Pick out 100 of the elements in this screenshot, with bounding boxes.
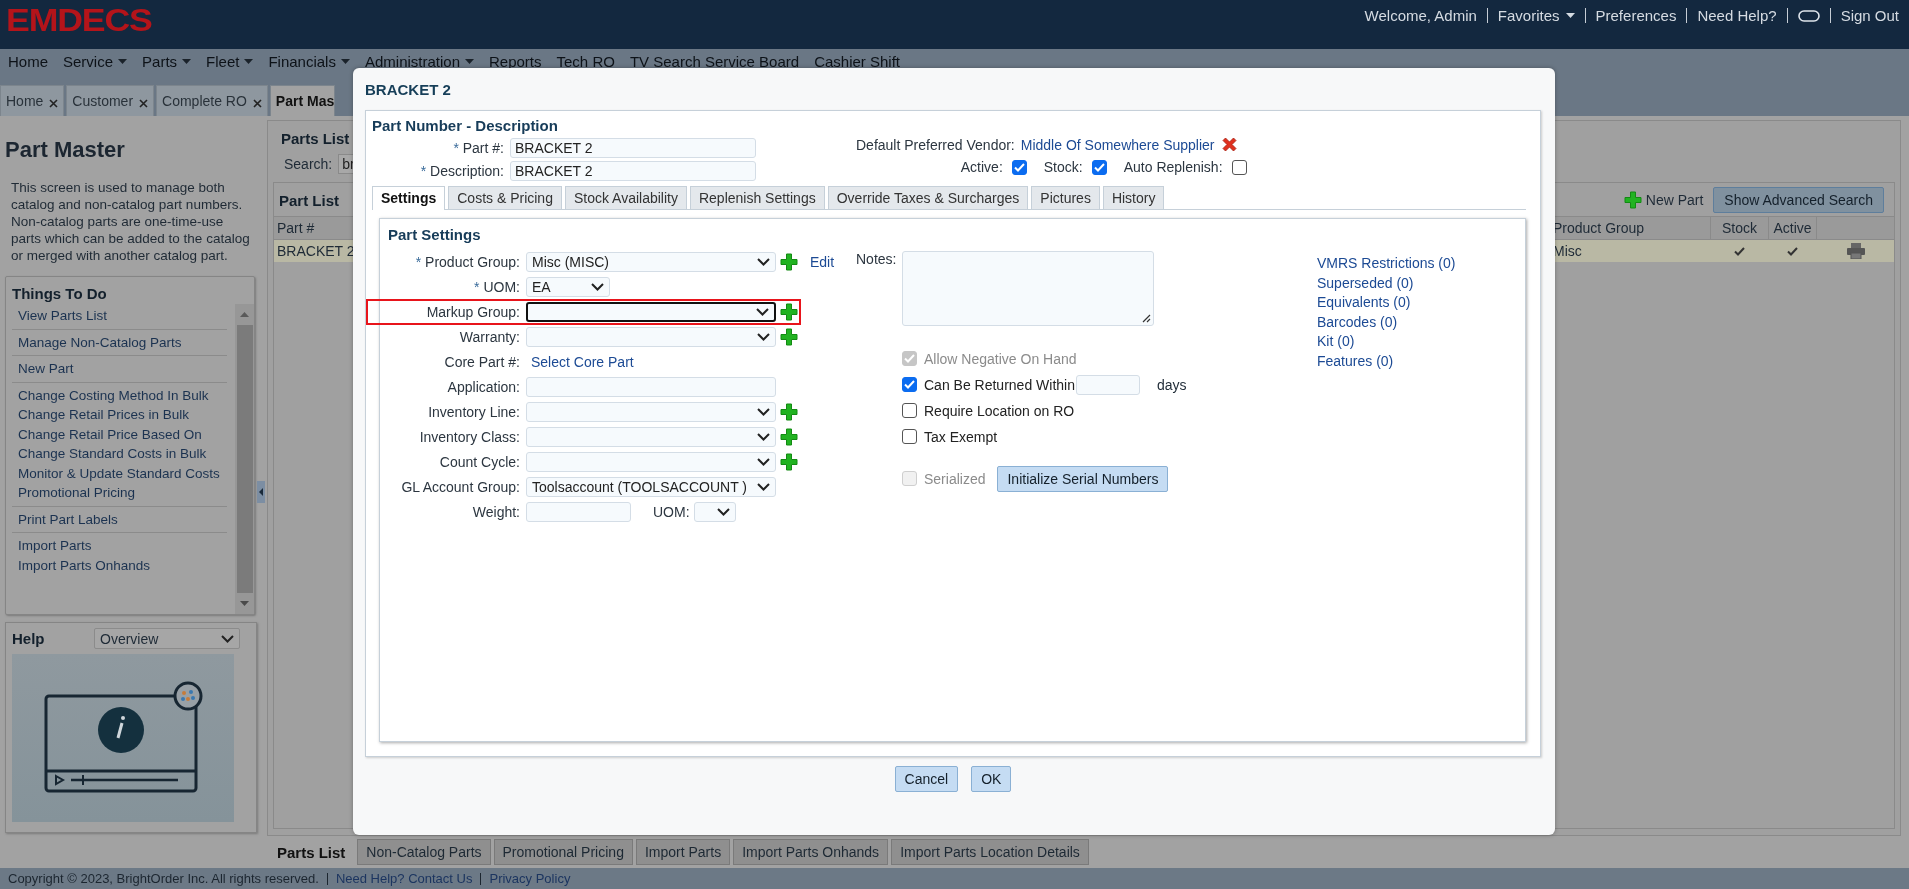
dialog-title: BRACKET 2 xyxy=(365,79,452,100)
column-header[interactable]: Active xyxy=(1768,217,1816,239)
menu-item[interactable]: Reports xyxy=(489,52,542,70)
task-link[interactable]: Change Retail Price Based On xyxy=(18,424,221,444)
dropdown-field[interactable]: Toolsaccount (TOOLSACCOUNT ) xyxy=(526,477,776,497)
dialog-button[interactable]: OK xyxy=(971,766,1012,792)
chevron-icon xyxy=(757,333,770,341)
advanced-search-button[interactable]: Show Advanced Search xyxy=(1713,187,1884,213)
task-link[interactable]: Change Retail Prices in Bulk xyxy=(18,405,221,425)
page-tab[interactable]: Complete RO xyxy=(156,85,268,116)
checkbox[interactable] xyxy=(1231,159,1247,175)
field-label: Weight: xyxy=(471,504,521,520)
related-link[interactable]: Superseded (0) xyxy=(1317,273,1456,293)
tab[interactable]: Costs & Pricing xyxy=(448,186,562,209)
dropdown-field[interactable]: Misc (MISC) xyxy=(526,252,776,272)
checkbox[interactable] xyxy=(902,403,917,418)
edit-link[interactable]: Edit xyxy=(810,254,835,270)
task-link[interactable]: Monitor & Update Standard Costs xyxy=(18,463,221,483)
text-field[interactable] xyxy=(526,377,776,397)
footer-link[interactable]: Need Help? Contact Us xyxy=(335,871,473,886)
close-icon[interactable] xyxy=(49,98,59,108)
notes-field[interactable] xyxy=(902,251,1155,326)
field-label: * UOM: xyxy=(473,279,521,295)
task-link[interactable]: Change Standard Costs in Bulk xyxy=(18,444,221,464)
close-icon[interactable] xyxy=(252,98,262,108)
dropdown-field[interactable]: EA xyxy=(526,277,610,297)
plus-icon[interactable] xyxy=(780,303,798,321)
task-link[interactable]: Import Parts xyxy=(18,536,221,556)
text-field[interactable]: BRACKET 2 xyxy=(510,138,756,158)
checkbox[interactable] xyxy=(902,429,917,444)
text-field[interactable] xyxy=(1075,374,1140,395)
printer-icon[interactable] xyxy=(1846,243,1865,259)
chevron-icon xyxy=(716,508,730,516)
menu-item[interactable]: Service xyxy=(63,52,128,70)
menu-item[interactable]: Parts xyxy=(142,52,192,70)
field-label: UOM: xyxy=(653,504,690,520)
header-link[interactable]: Need Help? xyxy=(1697,7,1777,24)
topic-dropdown[interactable]: Overview xyxy=(94,628,240,649)
field-label: Count Cycle: xyxy=(438,454,521,470)
task-link[interactable]: New Part xyxy=(18,359,221,379)
footer-link[interactable]: Privacy Policy xyxy=(489,871,571,886)
related-link[interactable]: VMRS Restrictions (0) xyxy=(1317,254,1456,274)
plus-icon[interactable] xyxy=(780,403,798,421)
related-link[interactable]: Features (0) xyxy=(1317,351,1456,371)
menu-item[interactable]: Administration xyxy=(364,52,474,70)
close-icon[interactable] xyxy=(139,98,149,108)
tab[interactable]: Settings xyxy=(372,186,446,210)
bottom-tab[interactable]: Import Parts xyxy=(635,839,731,865)
dialog-button[interactable]: Cancel xyxy=(894,766,959,792)
page-tab[interactable]: Part Mas xyxy=(269,85,336,116)
select-core-part-link[interactable]: Select Core Part xyxy=(531,354,634,370)
scrollbar[interactable] xyxy=(235,304,254,614)
task-link[interactable]: View Parts List xyxy=(18,306,221,326)
tab[interactable]: History xyxy=(1102,186,1165,209)
menu-item[interactable]: Cashier Shift xyxy=(814,52,900,70)
related-link[interactable]: Barcodes (0) xyxy=(1317,312,1456,332)
header-link[interactable]: Preferences xyxy=(1595,7,1677,24)
field-label: Core Part #: xyxy=(443,354,521,370)
bottom-tab[interactable]: Import Parts Location Details xyxy=(891,839,1089,865)
menu-item[interactable]: Home xyxy=(8,52,48,70)
tab[interactable]: Replenish Settings xyxy=(689,186,825,209)
text-field[interactable] xyxy=(526,502,631,522)
new-part-button[interactable]: New Part xyxy=(1623,191,1704,209)
menu-item[interactable]: Financials xyxy=(268,52,350,70)
plus-icon[interactable] xyxy=(780,428,798,446)
bottom-tab[interactable]: Promotional Pricing xyxy=(493,839,633,865)
tab[interactable]: Pictures xyxy=(1031,186,1100,209)
dropdown-field[interactable] xyxy=(526,302,776,322)
page-tab[interactable]: Customer xyxy=(66,85,155,116)
plus-icon[interactable] xyxy=(780,253,798,271)
logo: EMDECS xyxy=(6,6,152,36)
menu-item[interactable]: Tech RO xyxy=(556,52,615,70)
menu-item[interactable]: Fleet xyxy=(206,52,254,70)
task-link[interactable]: Manage Non-Catalog Parts xyxy=(18,332,221,352)
video-thumbnail[interactable] xyxy=(12,654,234,822)
related-link[interactable]: Equivalents (0) xyxy=(1317,293,1456,313)
menu-item[interactable]: TV Search Service Board xyxy=(629,52,800,70)
page-tab[interactable]: Home xyxy=(0,85,65,116)
field-label: Default Preferred Vendor: xyxy=(856,136,1015,153)
checkbox[interactable] xyxy=(1011,159,1027,175)
vendor-link[interactable]: Middle Of Somewhere Supplier xyxy=(1020,136,1215,153)
plus-icon[interactable] xyxy=(780,328,798,346)
favorites-menu[interactable]: Favorites xyxy=(1497,7,1575,24)
bottom-tab[interactable]: Non-Catalog Parts xyxy=(357,839,491,865)
plus-icon[interactable] xyxy=(780,453,798,471)
bottom-tab[interactable]: Import Parts Onhands xyxy=(733,839,889,865)
task-link[interactable]: Import Parts Onhands xyxy=(18,555,221,575)
checkbox[interactable] xyxy=(1091,159,1107,175)
text-field[interactable]: BRACKET 2 xyxy=(510,161,756,181)
tab[interactable]: Stock Availability xyxy=(564,186,687,209)
tab[interactable]: Override Taxes & Surcharges xyxy=(827,186,1029,209)
toggle-icon[interactable] xyxy=(1797,9,1820,22)
checkbox[interactable] xyxy=(902,377,917,392)
column-header[interactable]: Stock xyxy=(1710,217,1768,239)
task-link[interactable]: Print Part Labels xyxy=(18,509,221,529)
chevron-icon xyxy=(591,283,604,291)
header-link[interactable]: Sign Out xyxy=(1840,7,1899,24)
task-link[interactable]: Promotional Pricing xyxy=(18,483,221,503)
task-link[interactable]: Change Costing Method In Bulk xyxy=(18,385,221,405)
related-link[interactable]: Kit (0) xyxy=(1317,332,1456,352)
